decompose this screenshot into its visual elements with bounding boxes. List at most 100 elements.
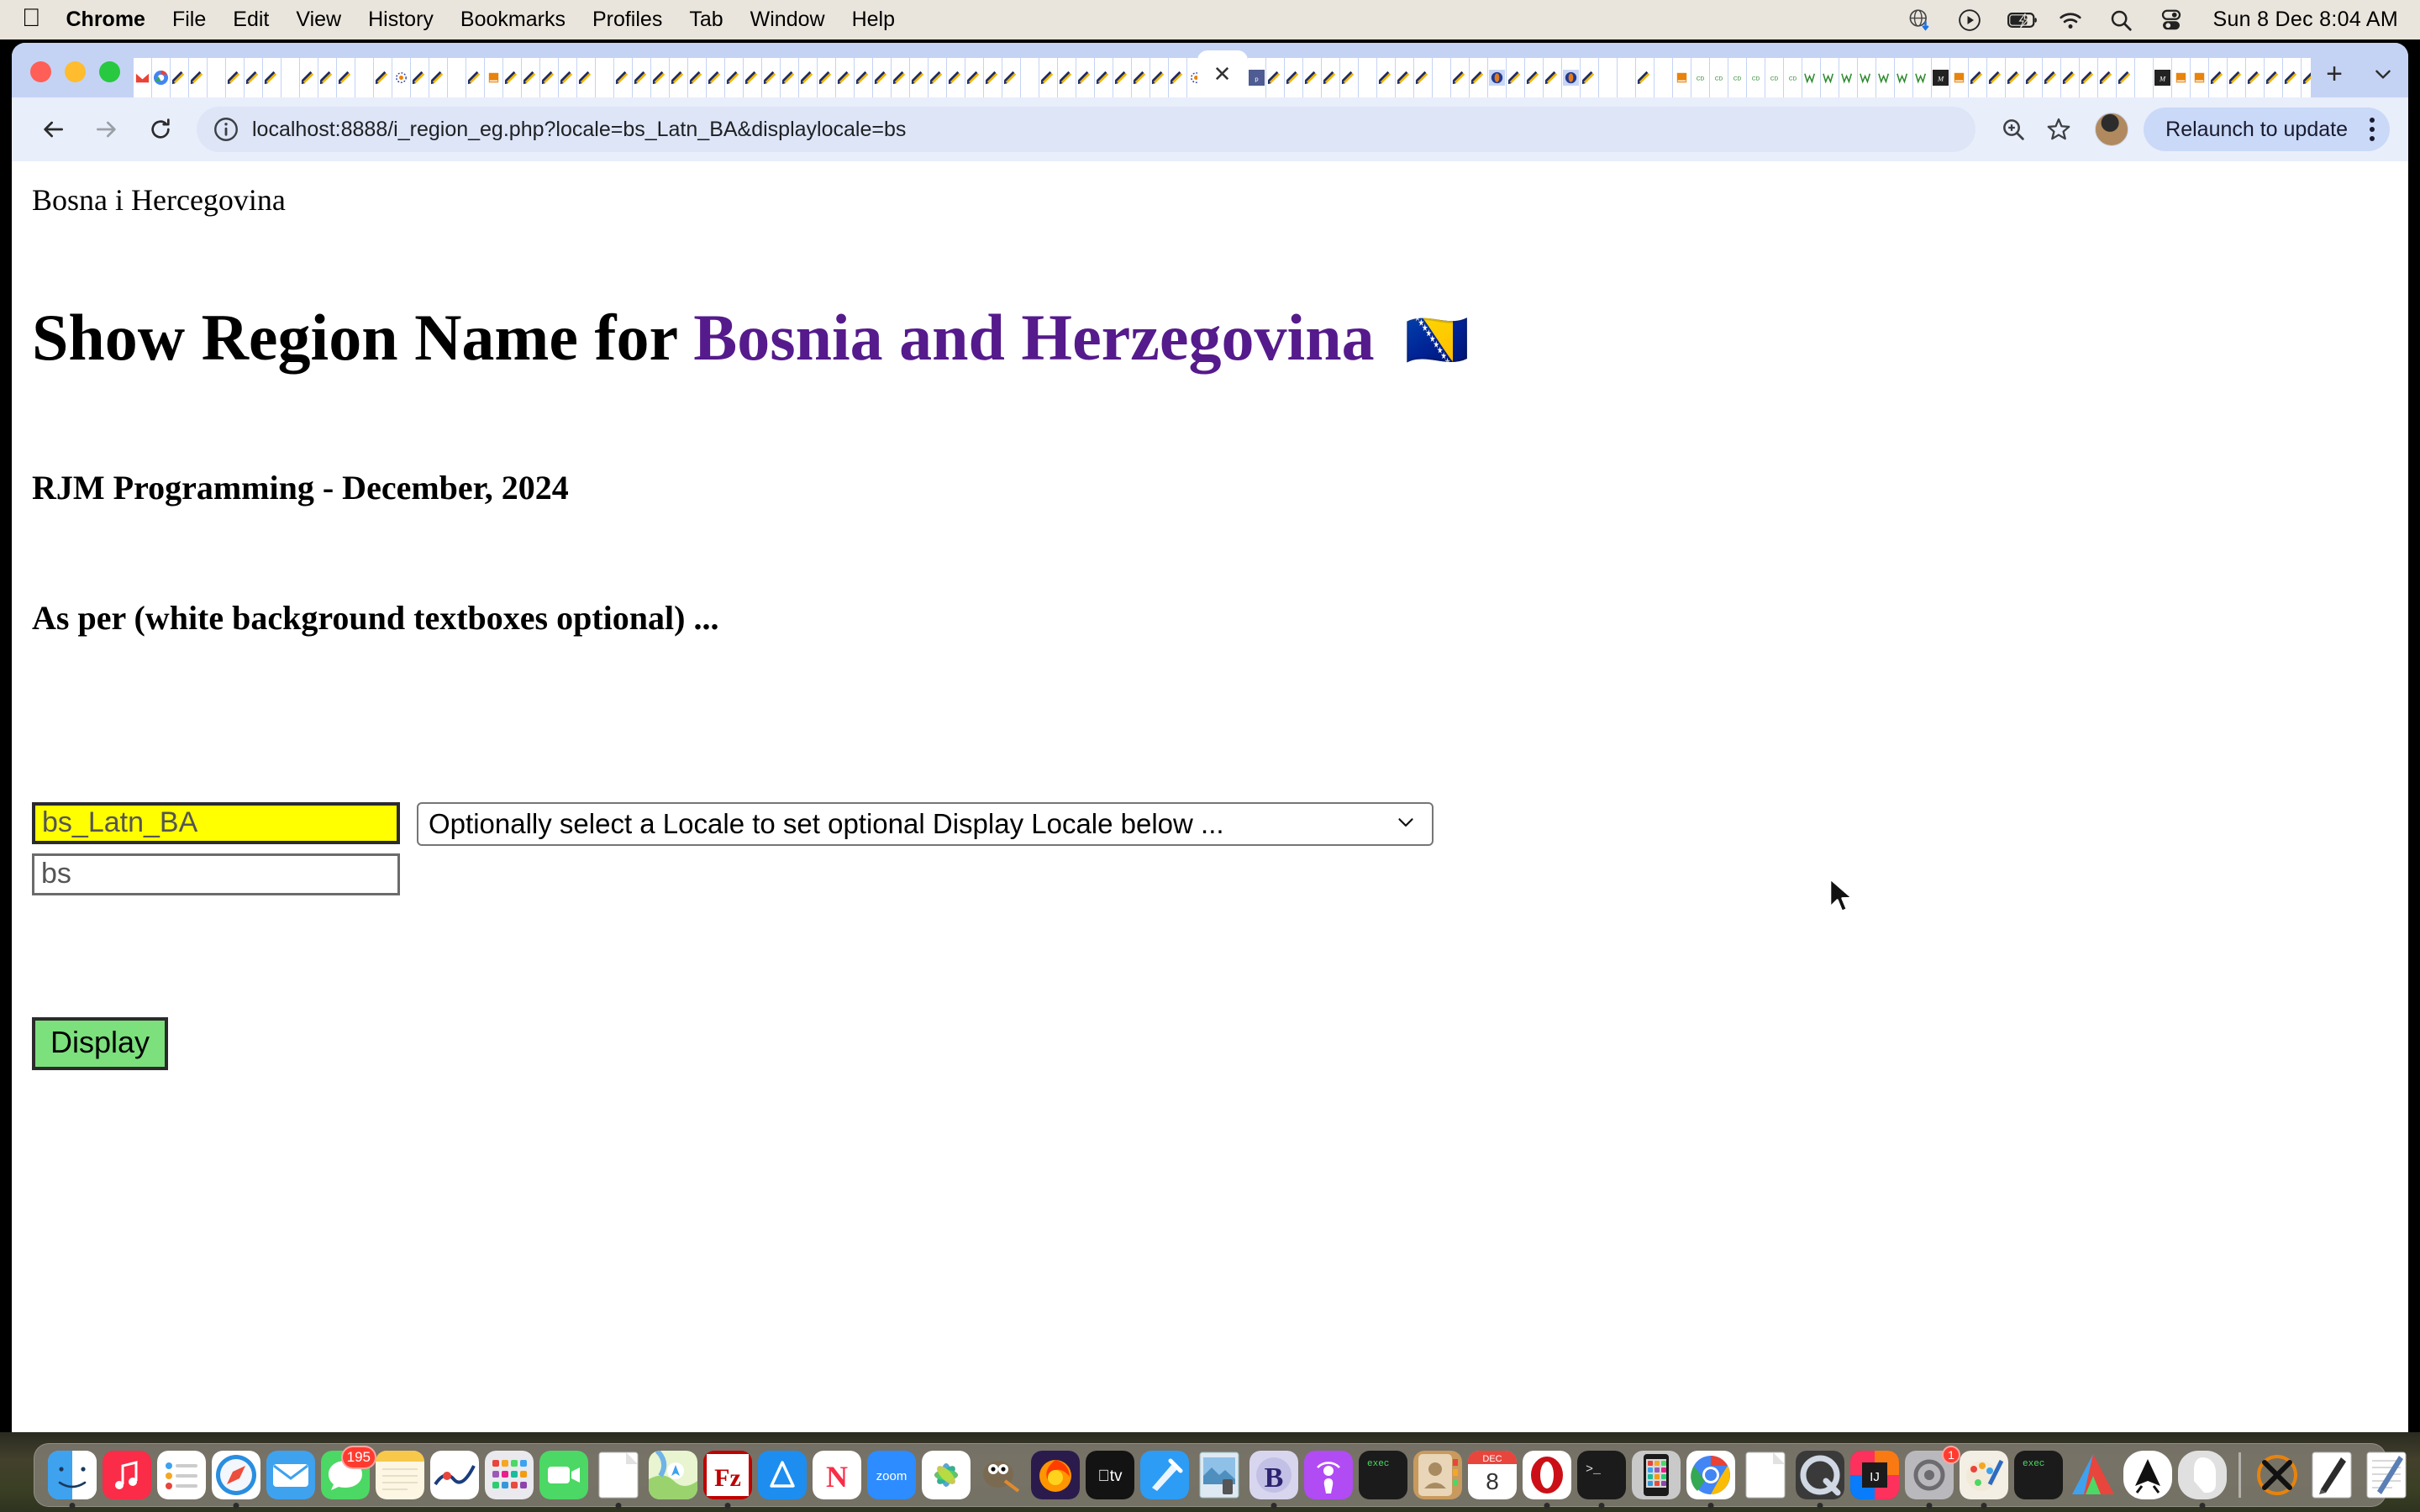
browser-tab[interactable] <box>1169 58 1187 97</box>
browser-tab[interactable] <box>818 58 836 97</box>
browser-tab[interactable] <box>559 58 577 97</box>
dock-item-preview[interactable] <box>1193 1449 1245 1501</box>
browser-tab[interactable] <box>1617 58 1636 97</box>
search-icon[interactable] <box>2108 8 2133 33</box>
browser-tab[interactable] <box>2134 58 2154 97</box>
close-tab-icon[interactable]: ✕ <box>1213 63 1232 85</box>
browser-tab[interactable] <box>1820 58 1839 97</box>
dock-item-music[interactable] <box>101 1449 153 1501</box>
browser-tab[interactable] <box>226 58 245 97</box>
display-button[interactable]: Display <box>32 1016 169 1070</box>
browser-tab[interactable] <box>374 58 392 97</box>
dock-item-podcasts[interactable] <box>1302 1449 1355 1501</box>
new-tab-button[interactable]: + <box>2311 50 2358 97</box>
browser-tab[interactable] <box>596 58 614 97</box>
browser-tab[interactable] <box>2005 58 2024 97</box>
browser-tab[interactable] <box>1949 58 1969 97</box>
browser-tab[interactable] <box>947 58 965 97</box>
browser-tab[interactable] <box>2060 58 2080 97</box>
address-bar-url[interactable]: localhost:8888/i_region_eg.php?locale=bs… <box>252 118 906 142</box>
browser-tab[interactable]: CD <box>1765 58 1784 97</box>
browser-tab[interactable] <box>171 58 189 97</box>
browser-tab[interactable] <box>651 58 670 97</box>
dock-item-xcode[interactable] <box>1139 1449 1191 1501</box>
play-circle-icon[interactable] <box>1957 8 1982 33</box>
browser-tab[interactable]: CD <box>1728 58 1747 97</box>
browser-tab[interactable]: CD <box>1783 58 1802 97</box>
browser-tab[interactable] <box>1395 58 1414 97</box>
browser-tab[interactable] <box>670 58 688 97</box>
browser-tab[interactable] <box>152 58 171 97</box>
browser-tab[interactable] <box>1654 58 1673 97</box>
browser-tab[interactable]: p <box>1247 58 1266 97</box>
browser-tab[interactable] <box>281 58 300 97</box>
browser-tab[interactable] <box>1487 58 1507 97</box>
browser-tab[interactable] <box>1132 58 1150 97</box>
browser-tab[interactable]: M <box>2153 58 2172 97</box>
menu-item-history[interactable]: History <box>368 8 434 32</box>
browser-tab[interactable] <box>1076 58 1095 97</box>
browser-tab[interactable] <box>1021 58 1039 97</box>
dock-item-firefox[interactable] <box>1029 1449 1081 1501</box>
browser-tab[interactable] <box>134 58 152 97</box>
apple-logo-icon[interactable]:  <box>22 5 41 31</box>
menu-item-chrome[interactable]: Chrome <box>66 8 145 32</box>
menu-item-tab[interactable]: Tab <box>689 8 723 32</box>
menu-item-window[interactable]: Window <box>750 8 825 32</box>
collapsed-tabs-right[interactable]: p CD CD CD CD CD CD M M <box>1247 43 2311 97</box>
profile-avatar[interactable] <box>2095 113 2129 146</box>
browser-tab[interactable] <box>355 58 374 97</box>
browser-tab[interactable] <box>1876 58 1895 97</box>
dock-item-finder[interactable] <box>46 1449 98 1509</box>
browser-tab[interactable] <box>2097 58 2117 97</box>
browser-tab[interactable] <box>1150 58 1169 97</box>
browser-tab[interactable] <box>1187 58 1197 97</box>
menu-item-edit[interactable]: Edit <box>233 8 269 32</box>
browser-tab[interactable] <box>1968 58 1987 97</box>
dock-item-intellij[interactable]: IJ <box>1849 1449 1901 1501</box>
browser-tab[interactable] <box>855 58 873 97</box>
browser-tab[interactable] <box>1506 58 1525 97</box>
browser-tab[interactable] <box>1058 58 1076 97</box>
back-arrow-icon[interactable] <box>30 107 76 152</box>
dock-item-safari[interactable] <box>210 1449 262 1509</box>
browser-tab[interactable] <box>189 58 208 97</box>
control-center-icon[interactable] <box>2159 8 2184 33</box>
browser-tab[interactable] <box>429 58 448 97</box>
dock-item-gimp[interactable] <box>975 1449 1027 1501</box>
browser-tab[interactable]: M <box>1931 58 1950 97</box>
forward-arrow-icon[interactable] <box>84 107 129 152</box>
browser-tab[interactable] <box>1339 58 1359 97</box>
browser-tab[interactable] <box>799 58 818 97</box>
browser-tab[interactable] <box>1912 58 1932 97</box>
menu-item-profiles[interactable]: Profiles <box>592 8 662 32</box>
browser-tab[interactable] <box>1857 58 1876 97</box>
browser-tab[interactable]: CD <box>1746 58 1765 97</box>
maximize-button[interactable] <box>99 61 120 82</box>
dock-item-photos[interactable] <box>920 1449 972 1501</box>
dock-item-bbedit[interactable]: B <box>1248 1449 1300 1509</box>
dock-item-inkscape[interactable] <box>2122 1449 2174 1501</box>
dock-item-simulator[interactable] <box>1630 1449 1682 1501</box>
browser-tab[interactable] <box>1039 58 1058 97</box>
browser-tab[interactable] <box>1113 58 1132 97</box>
browser-tab[interactable] <box>929 58 947 97</box>
dock-item-script-editor2[interactable]: exec <box>2012 1449 2065 1501</box>
dock-item-facetime[interactable] <box>538 1449 590 1501</box>
browser-tab[interactable] <box>2079 58 2098 97</box>
battery-charging-icon[interactable] <box>2007 8 2038 33</box>
browser-tab[interactable] <box>1265 58 1285 97</box>
browser-tab[interactable] <box>1450 58 1470 97</box>
dock-item-contacts[interactable] <box>1412 1449 1464 1501</box>
dock-item-appstore[interactable] <box>756 1449 808 1501</box>
dock-item-notes[interactable] <box>374 1449 426 1501</box>
browser-tab[interactable] <box>448 58 466 97</box>
browser-tab[interactable] <box>1413 58 1433 97</box>
browser-tab[interactable] <box>1561 58 1581 97</box>
browser-tab[interactable] <box>2264 58 2283 97</box>
reload-icon[interactable] <box>138 107 183 152</box>
browser-tab[interactable] <box>614 58 633 97</box>
browser-tab[interactable] <box>965 58 984 97</box>
browser-tab[interactable] <box>318 58 337 97</box>
browser-tab[interactable] <box>2171 58 2191 97</box>
